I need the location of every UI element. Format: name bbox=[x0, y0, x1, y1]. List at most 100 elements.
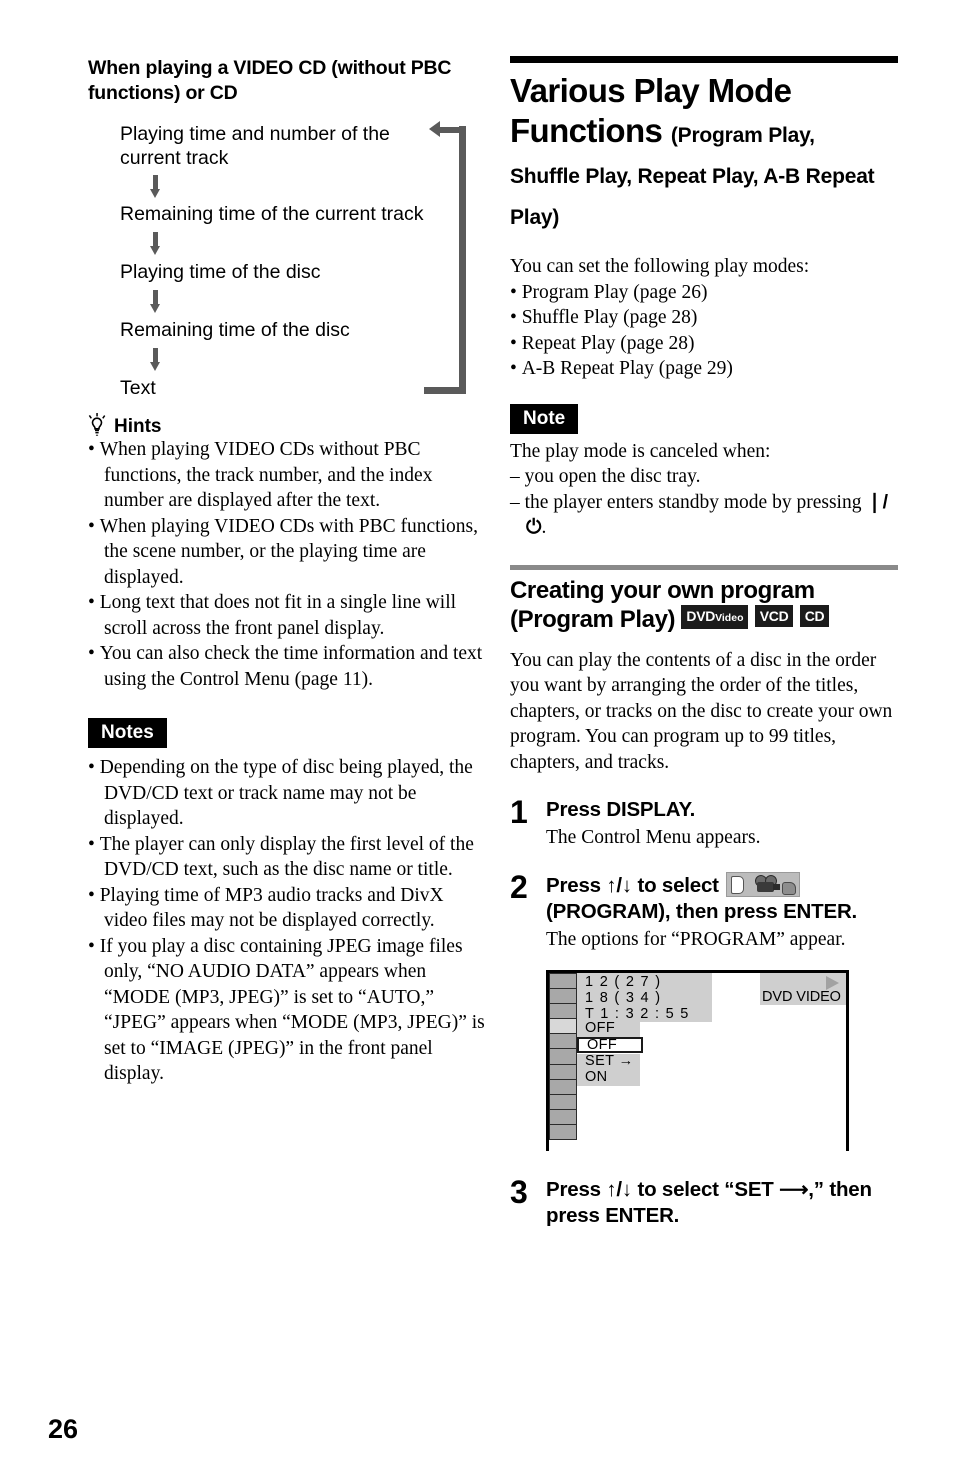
flow-step-1: Playing time and number of the current t… bbox=[120, 123, 390, 169]
flow-step-2: Remaining time of the current track bbox=[120, 203, 424, 225]
hint-item: When playing VIDEO CDs without PBC funct… bbox=[88, 437, 488, 514]
program-menu-icon bbox=[726, 872, 801, 897]
page-title: Various Play Mode Functions (Program Pla… bbox=[510, 71, 898, 156]
osd-option-on[interactable]: ON bbox=[577, 1069, 640, 1087]
disc-badge-dvd-video: DVDVideo bbox=[681, 604, 749, 629]
play-triangle-icon bbox=[826, 976, 839, 990]
hint-item: When playing VIDEO CDs with PBC function… bbox=[88, 514, 488, 591]
section-title-line2: (Program Play) bbox=[510, 605, 676, 633]
osd-option-off-1[interactable]: OFF bbox=[577, 1020, 640, 1038]
page-title-line2: Functions bbox=[510, 112, 663, 149]
disc-badge-cd: CD bbox=[799, 604, 830, 627]
notes-badge: Notes bbox=[88, 718, 167, 748]
note-dash-text: the player enters standby mode by pressi… bbox=[524, 491, 862, 513]
osd-icon-column bbox=[549, 973, 577, 1141]
osd-cell[interactable] bbox=[549, 1123, 577, 1141]
note-item: If you play a disc containing JPEG image… bbox=[88, 934, 488, 1087]
notes-list: Depending on the type of disc being play… bbox=[88, 755, 488, 1087]
step-heading: Press ↑/↓ to select “SET ⟶,” then press … bbox=[546, 1177, 898, 1229]
flow-arrow-3 bbox=[150, 290, 161, 313]
osd-cell-highlighted[interactable] bbox=[549, 1018, 577, 1035]
osd-cell[interactable] bbox=[549, 1003, 577, 1020]
page-title-line2-small: (Program Play, bbox=[670, 124, 815, 147]
note-badge: Note bbox=[510, 403, 579, 434]
left-column: When playing a VIDEO CD (without PBC fun… bbox=[88, 56, 488, 1087]
disc-badge-main: VCD bbox=[759, 607, 789, 624]
osd-cell[interactable] bbox=[549, 1048, 577, 1065]
step-heading: Press DISPLAY. bbox=[546, 798, 696, 821]
control-menu-osd: 1 2 ( 2 7 ) 1 8 ( 3 4 ) T 1 : 3 2 : 5 5 … bbox=[546, 970, 849, 1151]
note-period: . bbox=[541, 517, 547, 538]
disc-badge-main: DVD bbox=[686, 607, 716, 624]
step-number: 2 bbox=[510, 869, 528, 905]
play-mode-item: Shuffle Play (page 28) bbox=[510, 305, 898, 331]
note-list: you open the disc tray. the player enter… bbox=[510, 464, 898, 541]
osd-cell[interactable] bbox=[549, 1078, 577, 1095]
note-item: Depending on the type of disc being play… bbox=[88, 755, 488, 832]
hint-item: You can also check the time information … bbox=[88, 641, 488, 692]
note-lead: The play mode is canceled when: bbox=[510, 440, 771, 462]
step-number: 3 bbox=[510, 1174, 528, 1210]
title-rule bbox=[510, 56, 898, 63]
osd-cell[interactable] bbox=[549, 1063, 577, 1080]
osd-option-set[interactable]: SET → bbox=[577, 1053, 640, 1071]
step-heading-part1: Press ↑/↓ to select bbox=[546, 874, 719, 897]
flow-loop-arrow bbox=[388, 120, 488, 394]
osd-disc-type-box: DVD VIDEO bbox=[760, 973, 846, 1005]
lightbulb-icon bbox=[88, 413, 106, 436]
display-cycle-flow-diagram: Playing time and number of the current t… bbox=[88, 120, 488, 405]
play-modes-list: Program Play (page 26) Shuffle Play (pag… bbox=[510, 280, 898, 382]
camera-glyph bbox=[754, 875, 781, 893]
flow-step-4: Remaining time of the disc bbox=[120, 319, 350, 341]
disc-badge-sub: Video bbox=[715, 611, 744, 624]
page-number: 26 bbox=[48, 1414, 79, 1444]
osd-cell[interactable] bbox=[549, 988, 577, 1005]
step-2: 2 Press ↑/↓ to select (PROGRAM), then pr… bbox=[510, 869, 898, 1151]
section-heading-video-cd: When playing a VIDEO CD (without PBC fun… bbox=[88, 57, 452, 104]
osd-cell[interactable] bbox=[549, 1033, 577, 1050]
section-rule bbox=[510, 564, 898, 570]
note-dash-item: the player enters standby mode by pressi… bbox=[510, 490, 898, 541]
program-card-glyph bbox=[731, 876, 745, 894]
step-number: 1 bbox=[510, 794, 528, 830]
right-column: Various Play Mode Functions (Program Pla… bbox=[510, 56, 898, 1229]
creating-program-section: Creating your own program (Program Play)… bbox=[510, 564, 898, 776]
step-1: 1 Press DISPLAY. The Control Menu appear… bbox=[510, 794, 898, 850]
disc-badge-main: CD bbox=[804, 607, 825, 624]
osd-cell[interactable] bbox=[549, 973, 577, 990]
hint-item: Long text that does not fit in a single … bbox=[88, 590, 488, 641]
flow-arrow-4 bbox=[150, 348, 161, 371]
play-mode-item: Program Play (page 26) bbox=[510, 280, 898, 306]
play-mode-item: A-B Repeat Play (page 29) bbox=[510, 356, 898, 382]
section-title-line1: Creating your own program bbox=[510, 576, 815, 604]
intro-text: You can set the following play modes: bbox=[510, 256, 810, 277]
section-title: Creating your own program (Program Play)… bbox=[510, 576, 898, 634]
disc-badge-vcd: VCD bbox=[754, 604, 794, 627]
note-block: Note The play mode is canceled when: you… bbox=[510, 403, 898, 541]
step-description: The options for “PROGRAM” appear. bbox=[546, 929, 846, 950]
osd-cell[interactable] bbox=[549, 1093, 577, 1110]
step-heading-part1: Press ↑/↓ to select “SET ⟶,” then bbox=[546, 1178, 872, 1201]
osd-cell[interactable] bbox=[549, 1108, 577, 1125]
hints-label: Hints bbox=[114, 416, 162, 437]
osd-info-line: 1 8 ( 3 4 ) bbox=[585, 990, 662, 1007]
step-3: 3 Press ↑/↓ to select “SET ⟶,” then pres… bbox=[510, 1174, 898, 1229]
step-heading-part2: (PROGRAM), then press ENTER. bbox=[546, 900, 858, 923]
osd-option-off-2-selected[interactable]: OFF bbox=[577, 1037, 643, 1054]
page-title-line4: Play) bbox=[510, 206, 560, 229]
hand-glyph bbox=[782, 882, 797, 895]
note-dash-item: you open the disc tray. bbox=[510, 464, 898, 490]
hints-block: Hints When playing VIDEO CDs without PBC… bbox=[88, 413, 488, 692]
flow-step-3: Playing time of the disc bbox=[120, 261, 321, 283]
manual-page: When playing a VIDEO CD (without PBC fun… bbox=[0, 0, 954, 1483]
notes-block: Notes Depending on the type of disc bein… bbox=[88, 718, 488, 1087]
osd-info-panel: 1 2 ( 2 7 ) 1 8 ( 3 4 ) T 1 : 3 2 : 5 5 bbox=[577, 973, 712, 1022]
step-heading: Press ↑/↓ to select (PROGRAM), then pres… bbox=[546, 872, 898, 925]
flow-arrow-1 bbox=[150, 175, 161, 198]
step-heading-part2: press ENTER. bbox=[546, 1204, 680, 1227]
osd-info-line: 1 2 ( 2 7 ) bbox=[585, 974, 662, 990]
note-item: The player can only display the first le… bbox=[88, 832, 488, 883]
hints-list: When playing VIDEO CDs without PBC funct… bbox=[88, 437, 488, 692]
page-title-line3: Shuffle Play, Repeat Play, A-B Repeat bbox=[510, 165, 875, 188]
note-item: Playing time of MP3 audio tracks and Div… bbox=[88, 883, 488, 934]
